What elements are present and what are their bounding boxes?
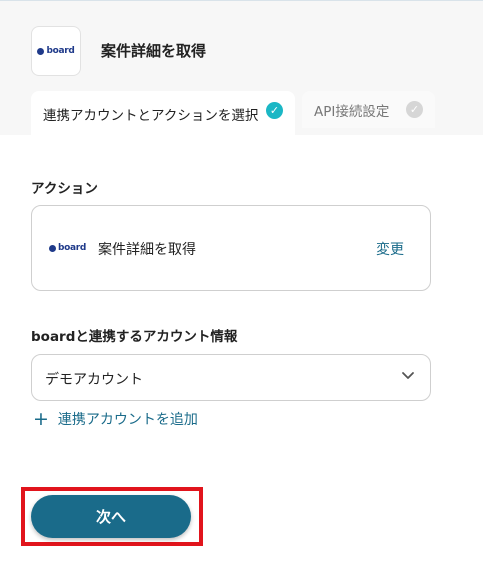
check-icon: ✓ (406, 101, 423, 118)
header-area: board 案件詳細を取得 連携アカウントとアクションを選択 ✓ API接続設定… (0, 0, 483, 136)
board-logo-mark (37, 47, 45, 55)
board-logo: board (37, 46, 75, 56)
plus-icon: + (33, 407, 49, 430)
app-logo-box: board (31, 26, 81, 76)
account-select[interactable]: デモアカウント (31, 354, 431, 401)
next-button[interactable]: 次へ (31, 495, 191, 538)
add-account-link[interactable]: + 連携アカウントを追加 (33, 409, 198, 429)
page-title: 案件詳細を取得 (101, 42, 207, 60)
tab-account-action-label: 連携アカウントとアクションを選択 (43, 107, 259, 124)
tab-api-settings[interactable]: API接続設定 ✓ (302, 91, 435, 128)
board-logo-text: board (58, 243, 87, 253)
board-logo-mark (49, 244, 56, 252)
check-icon: ✓ (266, 102, 283, 119)
change-action-link[interactable]: 変更 (376, 239, 404, 259)
action-section-label: アクション (31, 181, 98, 197)
tab-account-action[interactable]: 連携アカウントとアクションを選択 ✓ (31, 91, 295, 136)
action-card: board 案件詳細を取得 変更 (31, 205, 431, 291)
board-logo-text: board (46, 46, 75, 56)
board-logo: board (49, 243, 86, 253)
chevron-down-icon (402, 372, 414, 379)
add-account-label: 連携アカウントを追加 (57, 412, 198, 428)
tab-api-settings-label: API接続設定 (314, 103, 390, 120)
action-name: 案件詳細を取得 (98, 242, 196, 258)
account-select-value: デモアカウント (45, 372, 143, 388)
account-section-label: boardと連携するアカウント情報 (31, 329, 238, 345)
